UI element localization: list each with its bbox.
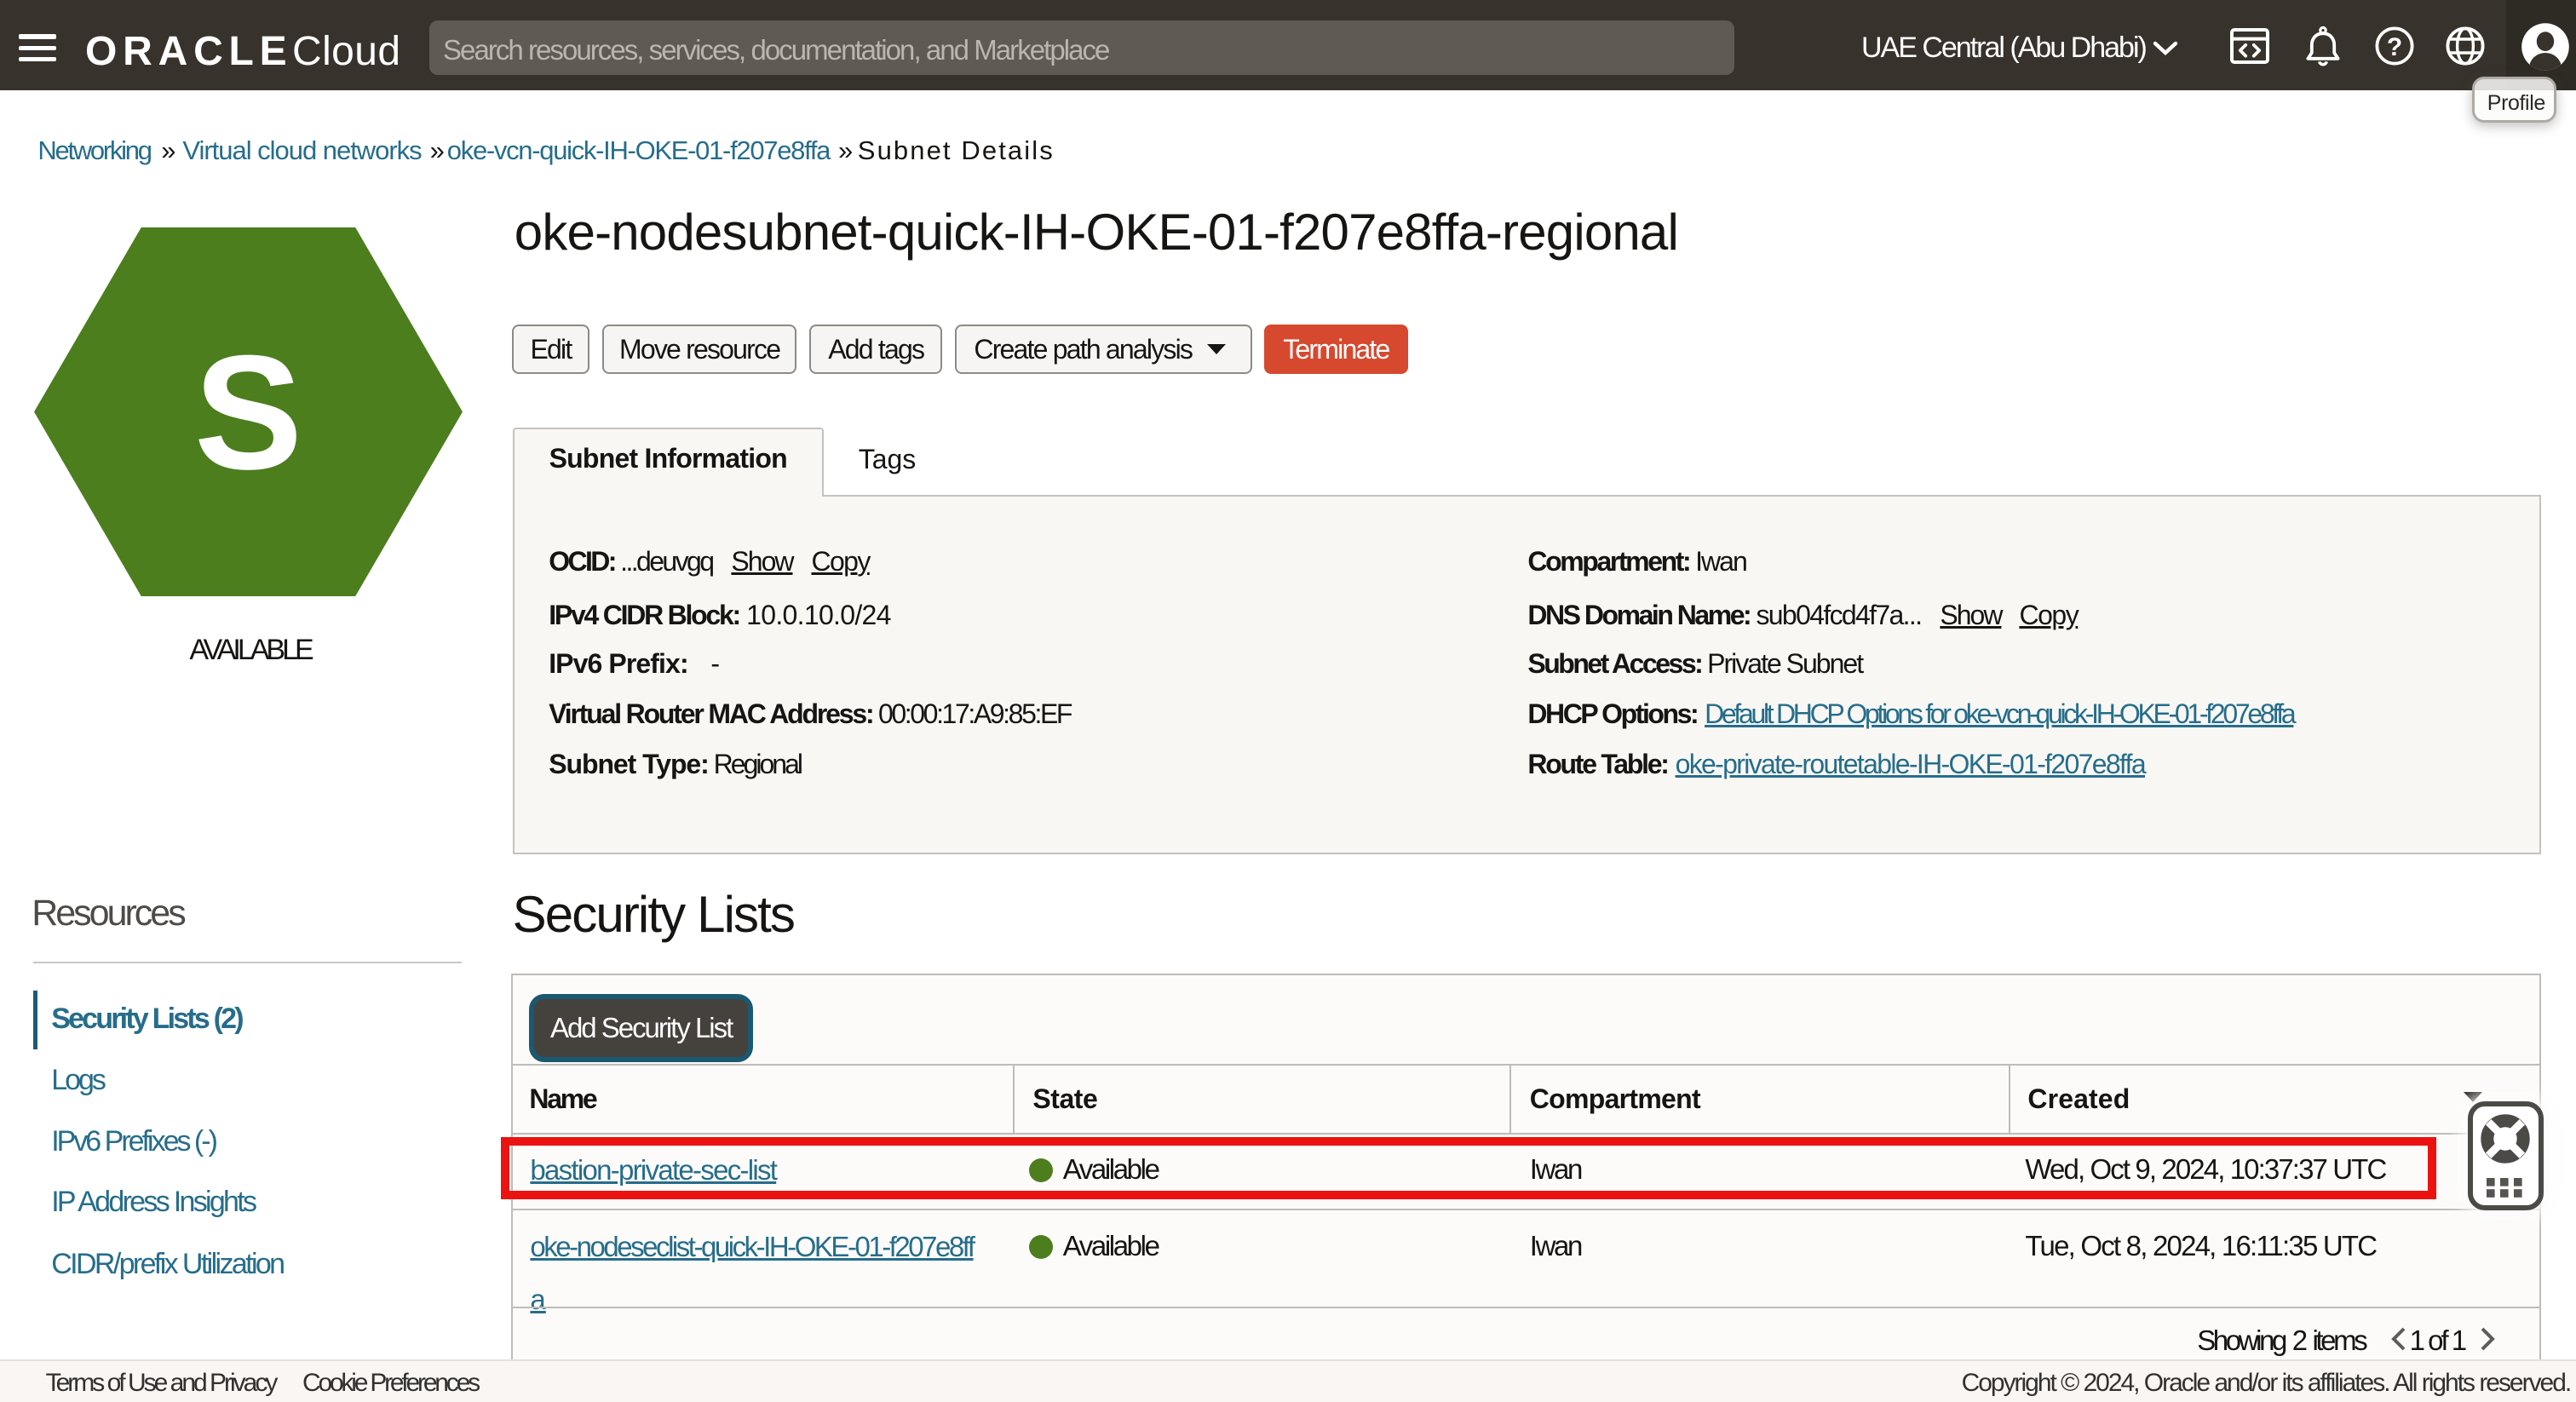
- svg-text:?: ?: [2387, 33, 2402, 61]
- svg-text:S: S: [194, 322, 302, 503]
